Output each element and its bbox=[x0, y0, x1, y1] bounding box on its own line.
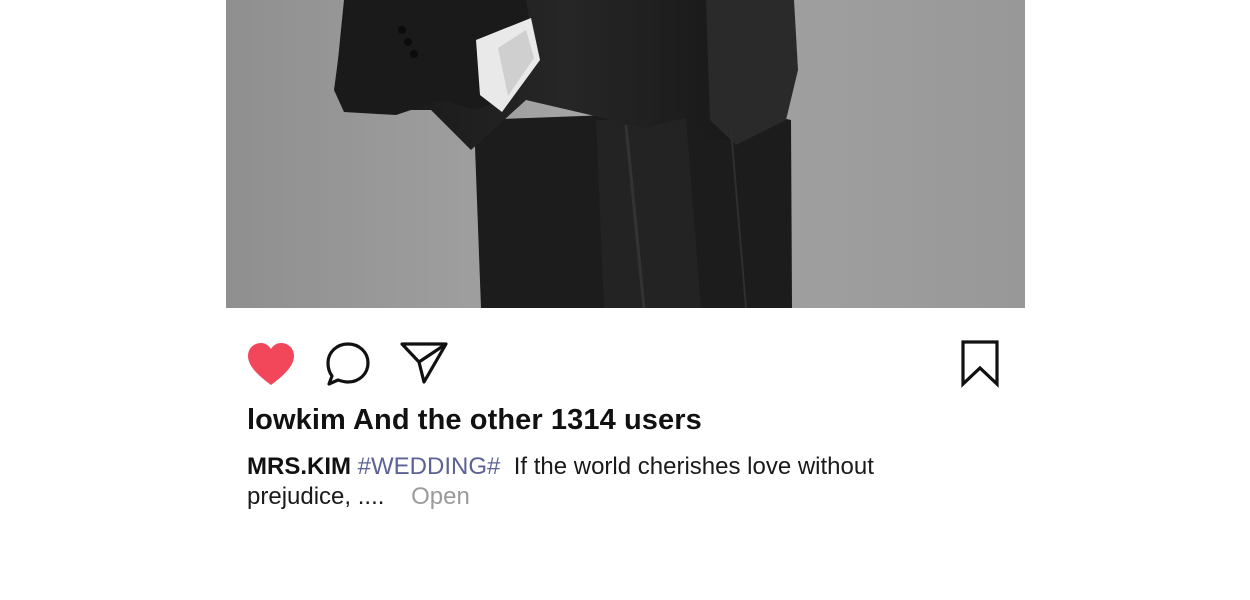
heart-icon[interactable] bbox=[246, 341, 296, 387]
caption-text: If the world cherishes love without bbox=[513, 453, 874, 480]
caption-text-continued: prejudice, .... bbox=[247, 483, 385, 510]
bookmark-icon[interactable] bbox=[958, 338, 1002, 390]
share-icon[interactable] bbox=[399, 340, 449, 386]
likes-summary[interactable]: lowkim And the other 1314 users bbox=[247, 404, 702, 437]
caption-username[interactable]: MRS.KIM bbox=[247, 453, 351, 480]
post-photo-graphic bbox=[226, 0, 1025, 308]
post-view: lowkim And the other 1314 users MRS.KIM … bbox=[0, 0, 1250, 600]
caption-open-link[interactable]: Open bbox=[411, 483, 470, 510]
comment-icon[interactable] bbox=[324, 340, 372, 388]
caption-hashtag[interactable]: #WEDDING# bbox=[358, 453, 501, 480]
post-caption: MRS.KIM #WEDDING# If the world cherishes… bbox=[247, 452, 947, 512]
post-photo[interactable] bbox=[226, 0, 1025, 308]
